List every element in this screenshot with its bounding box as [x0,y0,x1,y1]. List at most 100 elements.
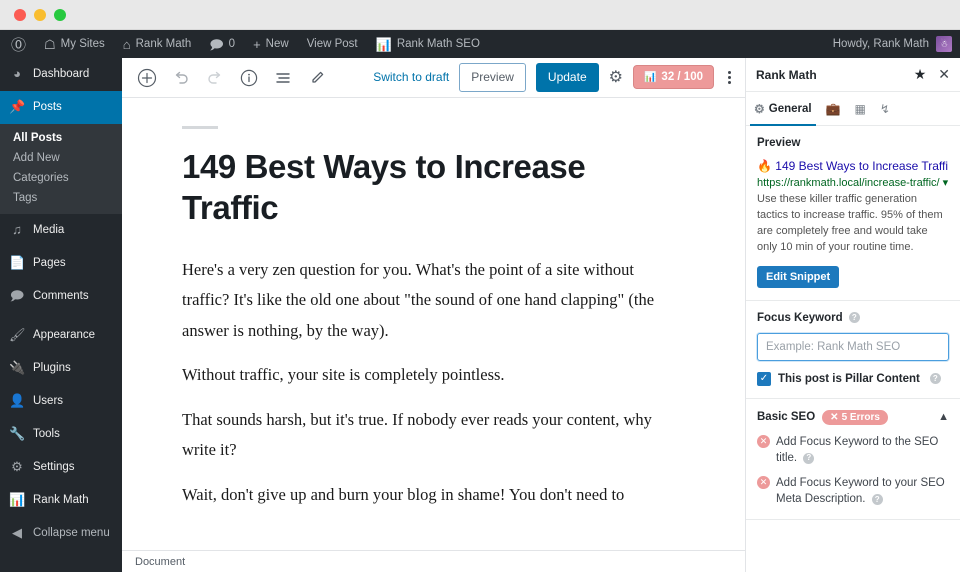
paragraph-block[interactable]: Without traffic, your site is completely… [182,360,685,391]
post-editor-canvas[interactable]: 149 Best Ways to Increase Traffic Here's… [122,98,745,524]
switch-to-draft-button[interactable]: Switch to draft [373,70,449,84]
submenu-label: All Posts [13,131,63,144]
paragraph-block[interactable]: Wait, don't give up and burn your blog i… [182,480,685,511]
basic-seo-header[interactable]: Basic SEO ✕ 5 Errors ▲ [757,409,949,425]
error-count-text: 5 Errors [841,411,880,423]
tab-schema[interactable]: ▦ [855,92,866,126]
tab-general[interactable]: ⚙ General [750,92,816,126]
tab-advanced[interactable]: 💼 [826,92,841,126]
caret-down-icon[interactable]: ▾ [943,177,949,189]
submenu-label: Add New [13,151,60,164]
sidebar-item-collapse-menu[interactable]: ◀ Collapse menu [0,517,122,550]
seo-score-value: 32 / 100 [661,71,703,84]
users-icon: 👤 [9,393,26,409]
posts-submenu: All Posts Add New Categories Tags [0,123,122,214]
seo-error-text: Add Focus Keyword to your SEO Meta Descr… [776,475,949,507]
howdy-label: Howdy, Rank Math [832,38,929,50]
submenu-item-tags[interactable]: Tags [0,188,122,208]
adminbar-item-site-name[interactable]: ⌂ Rank Math [114,30,200,58]
sidebar-item-label: Posts [33,100,62,113]
sidebar-item-pages[interactable]: 📄 Pages [0,247,122,280]
sidebar-item-appearance[interactable]: 🖌 Appearance [0,319,122,352]
sidebar-item-settings[interactable]: ⚙ Settings [0,451,122,484]
help-icon[interactable]: ? [848,312,860,324]
pillar-content-row[interactable]: ✓ This post is Pillar Content ? [757,371,949,386]
submenu-item-categories[interactable]: Categories [0,168,122,188]
preview-label: Preview [757,137,801,149]
seo-error-text: Add Focus Keyword to the SEO title. ? [776,434,949,466]
paragraph-block[interactable]: That sounds harsh, but it's true. If nob… [182,405,685,466]
submenu-item-add-new[interactable]: Add New [0,148,122,168]
social-share-icon: ↯ [879,101,890,116]
tab-social[interactable]: ↯ [880,92,890,126]
sidebar-item-posts[interactable]: 📌 Posts [0,90,122,124]
submenu-item-all-posts[interactable]: All Posts [0,128,122,148]
adminbar-label: 0 [228,38,236,50]
help-icon[interactable]: ? [929,373,941,385]
briefcase-icon: 💼 [825,101,841,116]
sidebar-item-label: Pages [33,256,66,269]
sidebar-item-plugins[interactable]: 🔌 Plugins [0,352,122,385]
minimize-window-button[interactable] [34,8,46,21]
sidebar-item-label: Settings [33,460,75,473]
adminbar-label: New [265,38,289,50]
sidebar-item-label: Appearance [33,329,96,342]
adminbar-item-my-sites[interactable]: ☖ My Sites [35,30,114,58]
pillar-content-checkbox[interactable]: ✓ [757,371,771,386]
settings-gear-icon[interactable]: ⚙ [609,67,623,87]
chevron-up-icon[interactable]: ▲ [938,411,949,423]
adminbar-label: My Sites [60,38,105,50]
help-icon[interactable]: ? [803,452,815,464]
sites-icon: ☖ [44,36,56,52]
page-title[interactable]: 149 Best Ways to Increase Traffic [182,147,685,229]
panel-title: Rank Math [756,67,817,82]
close-window-button[interactable] [14,8,26,21]
adminbar-item-comments[interactable]: 🗩 0 [200,30,244,58]
more-options-icon[interactable] [724,70,735,84]
error-count-badge: ✕ 5 Errors [822,409,888,425]
tools-icon: 🔧 [9,426,26,442]
snippet-title[interactable]: 🔥 149 Best Ways to Increase Traffi… [757,158,949,174]
admin-body: ◕ Dashboard 📌 Posts All Posts Add New Ca… [0,58,960,572]
preview-button[interactable]: Preview [459,63,526,92]
close-icon[interactable]: ✕ [938,66,950,83]
adminbar-item-rank-math-seo[interactable]: 📊 Rank Math SEO [367,30,489,58]
help-icon[interactable]: ? [871,493,883,505]
document-breadcrumb[interactable]: Document [135,556,185,568]
post-body: Here's a very zen question for you. What… [182,255,685,511]
star-icon[interactable]: ★ [914,66,927,83]
sidebar-item-users[interactable]: 👤 Users [0,385,122,418]
rankmath-icon: 📊 [9,491,26,507]
submenu-label: Tags [13,191,38,204]
wordpress-logo-icon[interactable]: ⓪ [0,34,35,55]
adminbar-item-new[interactable]: + New [244,30,298,58]
avatar[interactable]: ☃ [936,36,952,52]
sidebar-item-media[interactable]: ♫ Media [0,214,122,247]
sidebar-item-tools[interactable]: 🔧 Tools [0,418,122,451]
post-content-area: 149 Best Ways to Increase Traffic Here's… [122,98,745,572]
paragraph-block[interactable]: Here's a very zen question for you. What… [182,255,685,347]
sidebar-item-comments[interactable]: 🗩 Comments [0,280,122,313]
maximize-window-button[interactable] [54,8,66,21]
adminbar-item-view-post[interactable]: View Post [298,30,367,58]
adminbar-account[interactable]: Howdy, Rank Math ☃ [833,36,952,52]
focus-keyword-input[interactable] [757,332,949,361]
plus-icon: + [253,36,261,52]
list-view-icon[interactable] [272,67,294,89]
error-label: Add Focus Keyword to the SEO title. [776,435,939,465]
edit-snippet-button[interactable]: Edit Snippet [757,265,840,288]
add-block-icon[interactable] [136,67,158,89]
home-icon: ⌂ [122,36,131,52]
comments-icon: 🗩 [9,287,25,303]
fire-emoji-icon: 🔥 [757,159,772,173]
sidebar-item-rank-math[interactable]: 📊 Rank Math [0,484,122,517]
rank-math-panel: Rank Math ★ ✕ ⚙ General 💼 ▦ ↯ Preview 🔥 … [745,58,960,572]
undo-icon[interactable] [170,67,192,89]
sidebar-item-dashboard[interactable]: ◕ Dashboard [0,58,122,91]
seo-score-badge[interactable]: 📊 32 / 100 [632,65,714,90]
pages-icon: 📄 [9,254,26,270]
edit-mode-icon[interactable] [306,67,328,89]
content-info-icon[interactable] [238,67,260,89]
update-button[interactable]: Update [535,63,599,92]
redo-icon[interactable] [204,67,226,89]
